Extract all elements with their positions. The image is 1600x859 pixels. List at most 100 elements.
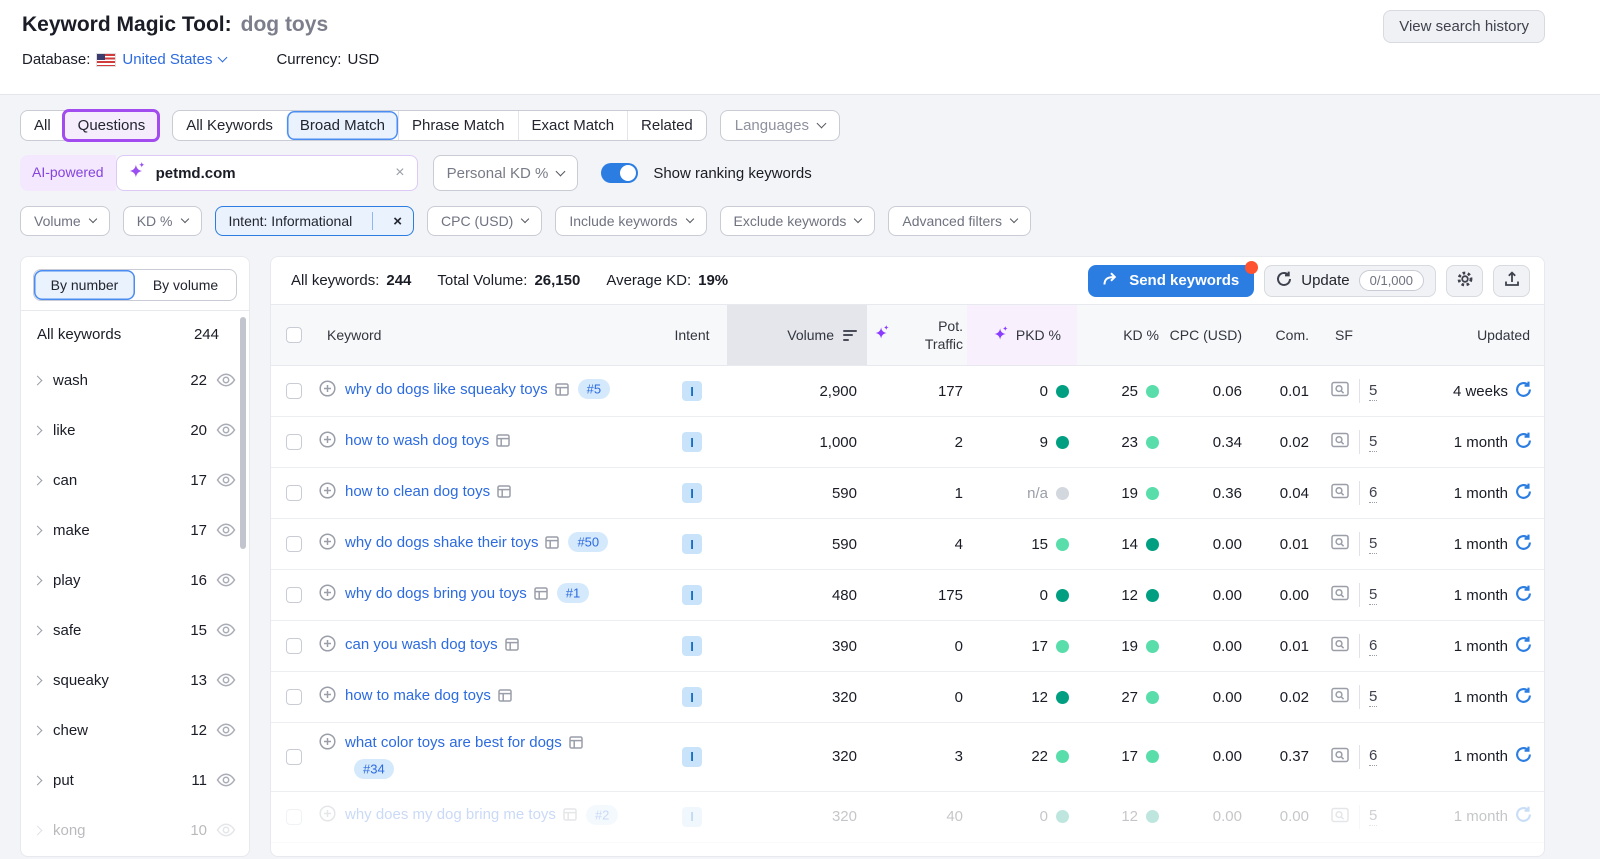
serp-preview-icon[interactable]	[1331, 585, 1350, 605]
column-intent[interactable]: Intent	[657, 305, 727, 365]
serp-preview-icon[interactable]	[1331, 807, 1350, 827]
eye-icon[interactable]	[216, 573, 236, 587]
tab[interactable]: All Keywords	[173, 111, 286, 140]
filter-button[interactable]: Advanced filters	[888, 206, 1031, 236]
serp-features-icon[interactable]	[555, 383, 569, 400]
serp-features-count[interactable]: 5	[1369, 433, 1377, 452]
intent-badge[interactable]: I	[682, 534, 702, 554]
tab[interactable]: Phrase Match	[398, 111, 518, 140]
keyword-group-row[interactable]: chew 12	[21, 705, 249, 755]
serp-features-icon[interactable]	[496, 434, 510, 451]
add-keyword-icon[interactable]	[319, 635, 336, 656]
column-volume[interactable]: Volume	[727, 305, 867, 365]
sidebar-scrollbar[interactable]	[240, 317, 246, 549]
view-search-history-button[interactable]: View search history	[1383, 10, 1545, 43]
serp-features-count[interactable]: 5	[1369, 586, 1377, 605]
intent-badge[interactable]: I	[682, 747, 702, 767]
serp-preview-icon[interactable]	[1331, 534, 1350, 554]
filter-button[interactable]: Exclude keywords	[720, 206, 876, 236]
add-keyword-icon[interactable]	[319, 584, 336, 605]
filter-button[interactable]: Include keywords	[555, 206, 706, 236]
intent-badge[interactable]: I	[682, 585, 702, 605]
filter-button[interactable]: Intent: Informational ×	[215, 206, 415, 236]
keyword-link[interactable]: how to make dog toys	[345, 687, 491, 704]
eye-icon[interactable]	[216, 773, 236, 787]
column-pkd[interactable]: PKD %	[967, 305, 1077, 365]
sort-by-volume-button[interactable]: By volume	[135, 270, 236, 300]
tab[interactable]: Questions	[64, 111, 159, 140]
serp-features-count[interactable]: 6	[1369, 484, 1377, 503]
select-all-checkbox[interactable]	[286, 327, 302, 343]
column-cpc[interactable]: CPC (USD)	[1167, 305, 1262, 365]
keyword-link[interactable]: why does my dog bring me toys	[345, 806, 556, 823]
send-keywords-button[interactable]: Send keywords	[1088, 265, 1254, 297]
keyword-group-row[interactable]: put 11	[21, 755, 249, 805]
add-keyword-icon[interactable]	[319, 686, 336, 707]
clear-input-icon[interactable]: ×	[391, 164, 404, 182]
serp-preview-icon[interactable]	[1331, 483, 1350, 503]
serp-features-icon[interactable]	[505, 638, 519, 655]
eye-icon[interactable]	[216, 673, 236, 687]
row-checkbox[interactable]	[286, 587, 302, 603]
serp-preview-icon[interactable]	[1331, 687, 1350, 707]
serp-preview-icon[interactable]	[1331, 636, 1350, 656]
serp-features-icon[interactable]	[498, 689, 512, 706]
languages-dropdown[interactable]: Languages	[720, 110, 840, 141]
keyword-group-row[interactable]: kong 10	[21, 805, 249, 855]
all-keywords-row[interactable]: All keywords 244	[21, 311, 249, 355]
add-keyword-icon[interactable]	[319, 380, 336, 401]
eye-icon[interactable]	[216, 823, 236, 837]
keyword-search-input[interactable]	[154, 164, 384, 183]
update-button[interactable]: Update 0/1,000	[1264, 265, 1436, 297]
keyword-link[interactable]: how to clean dog toys	[345, 483, 490, 500]
keyword-group-row[interactable]: safe 15	[21, 605, 249, 655]
row-checkbox[interactable]	[286, 536, 302, 552]
serp-features-icon[interactable]	[545, 536, 559, 553]
refresh-icon[interactable]	[1515, 432, 1532, 453]
serp-features-icon[interactable]	[534, 587, 548, 604]
serp-features-count[interactable]: 5	[1369, 382, 1377, 401]
refresh-icon[interactable]	[1515, 585, 1532, 606]
column-kd[interactable]: KD %	[1077, 305, 1167, 365]
keyword-link[interactable]: why do dogs shake their toys	[345, 534, 538, 551]
intent-badge[interactable]: I	[682, 483, 702, 503]
keyword-link[interactable]: why do dogs like squeaky toys	[345, 381, 548, 398]
keyword-group-row[interactable]: can 17	[21, 455, 249, 505]
serp-features-count[interactable]: 5	[1369, 807, 1377, 826]
eye-icon[interactable]	[216, 373, 236, 387]
column-sf[interactable]: SF	[1327, 305, 1402, 365]
refresh-icon[interactable]	[1515, 746, 1532, 767]
serp-features-count[interactable]: 5	[1369, 688, 1377, 707]
row-checkbox[interactable]	[286, 749, 302, 765]
refresh-icon[interactable]	[1515, 806, 1532, 827]
row-checkbox[interactable]	[286, 434, 302, 450]
intent-badge[interactable]: I	[682, 807, 702, 827]
filter-button[interactable]: Volume	[20, 206, 110, 236]
refresh-icon[interactable]	[1515, 687, 1532, 708]
tab[interactable]: Broad Match	[286, 111, 398, 140]
eye-icon[interactable]	[216, 623, 236, 637]
tab[interactable]: All	[21, 111, 64, 140]
add-keyword-icon[interactable]	[319, 805, 336, 826]
refresh-icon[interactable]	[1515, 483, 1532, 504]
sort-by-number-button[interactable]: By number	[34, 270, 135, 300]
column-updated[interactable]: Updated	[1402, 305, 1544, 365]
intent-badge[interactable]: I	[682, 636, 702, 656]
keyword-group-row[interactable]: wash 22	[21, 355, 249, 405]
keyword-group-row[interactable]: like 20	[21, 405, 249, 455]
add-keyword-icon[interactable]	[319, 733, 336, 754]
eye-icon[interactable]	[216, 723, 236, 737]
intent-badge[interactable]: I	[682, 432, 702, 452]
column-keyword[interactable]: Keyword	[317, 305, 657, 365]
filter-button[interactable]: CPC (USD)	[427, 206, 542, 236]
keyword-group-row[interactable]: make 17	[21, 505, 249, 555]
filter-button[interactable]: KD %	[123, 206, 202, 236]
serp-features-count[interactable]: 6	[1369, 747, 1377, 766]
tab[interactable]: Exact Match	[518, 111, 628, 140]
column-pot-traffic[interactable]: Pot. Traffic	[867, 305, 967, 365]
ranking-position-badge[interactable]: #34	[354, 759, 394, 779]
ranking-position-badge[interactable]: #50	[568, 532, 608, 552]
refresh-icon[interactable]	[1515, 534, 1532, 555]
ranking-position-badge[interactable]: #1	[557, 583, 589, 603]
keyword-link[interactable]: can you wash dog toys	[345, 636, 498, 653]
